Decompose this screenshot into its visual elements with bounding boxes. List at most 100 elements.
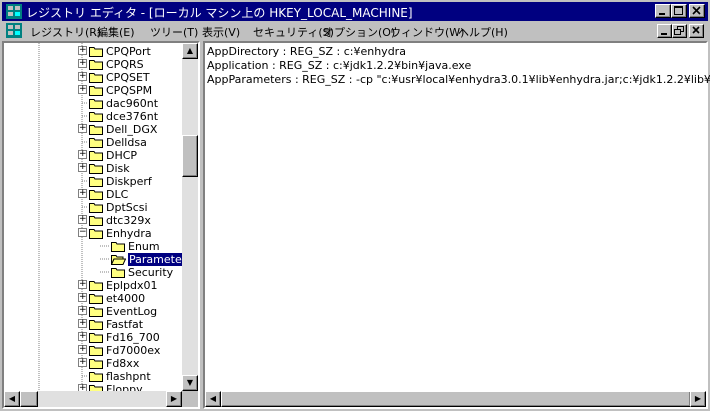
key-tree-pane[interactable]: + CPQPort + CPQRS + CPQSET + CPQSPM dac960nt dce3… [2, 41, 200, 409]
tree-node[interactable]: + EventLog [4, 305, 182, 318]
menu-options[interactable]: オプション(O) [323, 24, 395, 40]
expand-icon[interactable]: + [78, 59, 87, 68]
tree-node-label: CPQPort [106, 45, 151, 58]
minimize-button[interactable] [655, 4, 671, 18]
mdi-restore-button[interactable] [672, 24, 687, 38]
tree-scroll-thumb[interactable] [182, 135, 198, 177]
expand-icon[interactable]: + [78, 358, 87, 367]
expand-icon[interactable]: + [78, 384, 87, 391]
tree-node[interactable]: + Fd8xx [4, 357, 182, 370]
tree-node[interactable]: + Fd16_700 [4, 331, 182, 344]
tree-node[interactable]: Delldsa [4, 136, 182, 149]
menu-help[interactable]: ヘルプ(H) [458, 24, 508, 40]
expand-icon[interactable]: + [78, 332, 87, 341]
folder-icon [89, 125, 103, 135]
tree-scroll-left-button[interactable]: ◀ [4, 391, 20, 407]
menu-registry[interactable]: レジストリ(R) [30, 24, 101, 40]
tree-node[interactable]: + Disk [4, 162, 182, 175]
values-scroll-right-button[interactable]: ▶ [690, 391, 706, 407]
tree-node-label: dac960nt [106, 97, 159, 110]
tree-node[interactable]: + Eplpdx01 [4, 279, 182, 292]
tree-node-label: Diskperf [106, 175, 152, 188]
menu-security[interactable]: セキュリティ(S) [253, 24, 334, 40]
folder-icon [89, 372, 103, 382]
tree-node[interactable]: dce376nt [4, 110, 182, 123]
maximize-button[interactable] [671, 4, 687, 18]
tree-node[interactable]: + DLC [4, 188, 182, 201]
menu-tree[interactable]: ツリー(T) [150, 24, 198, 40]
tree-node[interactable]: + Dell_DGX [4, 123, 182, 136]
minimize-icon [659, 13, 665, 15]
tree-scroll-right-button[interactable]: ▶ [166, 391, 182, 407]
tree-node[interactable]: + DHCP [4, 149, 182, 162]
tree-node[interactable]: DptScsi [4, 201, 182, 214]
value-list-pane[interactable]: AppDirectory : REG_SZ : c:¥enhydra Appli… [203, 41, 710, 409]
scrollbar-corner [182, 391, 198, 407]
close-icon [692, 26, 700, 34]
tree-node-label: Floppy [106, 383, 143, 391]
expand-icon[interactable]: + [78, 150, 87, 159]
tree-node-label: DptScsi [106, 201, 148, 214]
mdi-minimize-button[interactable] [657, 24, 672, 38]
expand-icon[interactable]: + [78, 85, 87, 94]
value-entry-appdirectory[interactable]: AppDirectory : REG_SZ : c:¥enhydra [207, 45, 406, 58]
close-button[interactable] [689, 4, 705, 18]
expand-icon[interactable]: + [78, 215, 87, 224]
menu-window[interactable]: ウィンドウ(W) [390, 24, 464, 40]
expand-icon[interactable]: + [78, 306, 87, 315]
expand-icon[interactable]: + [78, 189, 87, 198]
expand-icon[interactable]: + [78, 319, 87, 328]
expand-icon[interactable]: + [78, 163, 87, 172]
expand-icon[interactable]: + [78, 46, 87, 55]
document-icon[interactable] [6, 23, 22, 38]
title-bar[interactable]: レジストリ エディタ - [ローカル マシン上の HKEY_LOCAL_MACH… [2, 2, 708, 21]
tree-node[interactable]: + dtc329x [4, 214, 182, 227]
key-tree[interactable]: + CPQPort + CPQRS + CPQSET + CPQSPM dac960nt dce3… [4, 43, 182, 391]
tree-node[interactable]: + CPQSET [4, 71, 182, 84]
tree-node[interactable]: dac960nt [4, 97, 182, 110]
expand-icon[interactable]: + [78, 72, 87, 81]
tree-horizontal-scrollbar[interactable]: ◀ ▶ [4, 391, 182, 407]
menu-view[interactable]: 表示(V) [202, 24, 240, 40]
tree-scroll-down-button[interactable]: ▼ [182, 375, 198, 391]
tree-node-label: Security [128, 266, 174, 279]
value-entry-application[interactable]: Application : REG_SZ : c:¥jdk1.2.2¥bin¥j… [207, 59, 471, 72]
values-horizontal-scrollbar[interactable]: ◀ ▶ [205, 391, 706, 407]
tree-node[interactable]: Parameters [4, 253, 182, 266]
values-scroll-left-button[interactable]: ◀ [205, 391, 221, 407]
tree-node[interactable]: − Enhydra [4, 227, 182, 240]
tree-node[interactable]: Enum [4, 240, 182, 253]
tree-vertical-scrollbar[interactable]: ▲ ▼ [182, 43, 198, 391]
values-hscroll-thumb[interactable] [221, 391, 691, 407]
tree-node-label: Parameters [128, 253, 182, 266]
folder-icon [89, 99, 103, 109]
tree-node[interactable]: + et4000 [4, 292, 182, 305]
menu-edit[interactable]: 編集(E) [97, 24, 135, 40]
maximize-icon [674, 6, 683, 15]
expand-icon[interactable]: + [78, 345, 87, 354]
mdi-close-button[interactable] [689, 24, 704, 38]
tree-node[interactable]: Security [4, 266, 182, 279]
tree-scroll-up-button[interactable]: ▲ [182, 43, 198, 59]
expand-icon[interactable]: + [78, 280, 87, 289]
tree-node[interactable]: flashpnt [4, 370, 182, 383]
tree-node[interactable]: + Floppy [4, 383, 182, 391]
collapse-icon[interactable]: − [78, 228, 87, 237]
tree-hscroll-thumb[interactable] [20, 391, 38, 407]
expand-icon[interactable]: + [78, 124, 87, 133]
tree-node[interactable]: + Fd7000ex [4, 344, 182, 357]
value-entry-appparameters[interactable]: AppParameters : REG_SZ : -cp "c:¥usr¥loc… [207, 73, 710, 86]
tree-node[interactable]: Diskperf [4, 175, 182, 188]
tree-node-label: Fd8xx [106, 357, 140, 370]
tree-node[interactable]: + CPQRS [4, 58, 182, 71]
folder-icon [89, 73, 103, 83]
tree-node-label: et4000 [106, 292, 146, 305]
folder-icon [89, 138, 103, 148]
tree-node[interactable]: + CPQSPM [4, 84, 182, 97]
tree-node[interactable]: + CPQPort [4, 45, 182, 58]
expand-icon[interactable]: + [78, 293, 87, 302]
tree-node[interactable]: + Fastfat [4, 318, 182, 331]
registry-app-icon[interactable] [6, 4, 22, 19]
minimize-icon [661, 33, 667, 35]
tree-node-label: CPQSET [106, 71, 150, 84]
